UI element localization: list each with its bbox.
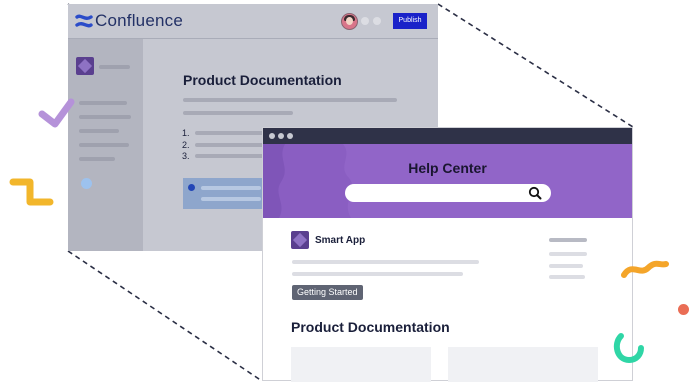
sidebar-placeholder xyxy=(79,129,119,133)
banner-wave xyxy=(263,144,353,218)
text-placeholder xyxy=(292,272,463,276)
search-icon[interactable] xyxy=(528,186,542,200)
panel-dot xyxy=(188,184,195,191)
confluence-logo-icon xyxy=(75,14,93,28)
nav-placeholder xyxy=(549,264,583,268)
green-ring-decoration xyxy=(613,333,644,364)
text-placeholder xyxy=(183,98,397,102)
nav-placeholder xyxy=(549,252,587,256)
article-card[interactable] xyxy=(448,347,598,382)
orange-wave-decoration xyxy=(621,260,669,278)
article-card[interactable] xyxy=(291,347,431,382)
help-center-title: Help Center xyxy=(408,160,487,176)
list-item-placeholder xyxy=(195,143,265,147)
sidebar-placeholder xyxy=(99,65,130,69)
publish-button[interactable]: Publish xyxy=(393,13,427,29)
help-center-banner: Help Center xyxy=(263,144,632,218)
confluence-header: Confluence Publish xyxy=(68,4,438,39)
list-number: 1. xyxy=(182,128,190,138)
app-name: Smart App xyxy=(315,235,366,246)
status-dot xyxy=(361,17,369,25)
page-title: Product Documentation xyxy=(183,72,342,88)
confluence-sidebar xyxy=(68,39,143,251)
app-icon xyxy=(291,231,309,249)
window-control-dot[interactable] xyxy=(269,133,275,139)
panel-placeholder xyxy=(201,186,261,190)
status-badge[interactable]: Getting Started xyxy=(292,285,363,300)
text-placeholder xyxy=(183,111,293,115)
search-input[interactable] xyxy=(345,184,551,202)
space-icon[interactable] xyxy=(76,57,94,75)
sidebar-placeholder xyxy=(79,115,131,119)
window-control-dot[interactable] xyxy=(287,133,293,139)
avatar-icon[interactable] xyxy=(341,13,358,30)
list-number: 2. xyxy=(182,140,190,150)
nav-placeholder xyxy=(549,275,585,279)
nav-placeholder xyxy=(549,238,587,242)
status-dot xyxy=(373,17,381,25)
help-center-window: Help Center Smart App Getting Started Pr… xyxy=(262,127,633,382)
window-control-dot[interactable] xyxy=(278,133,284,139)
orange-zigzag-decoration xyxy=(9,178,54,206)
sidebar-dot xyxy=(81,178,92,189)
list-item-placeholder xyxy=(195,131,265,135)
sidebar-placeholder xyxy=(79,101,127,105)
red-dot-decoration xyxy=(678,304,689,315)
list-number: 3. xyxy=(182,151,190,161)
text-placeholder xyxy=(292,260,479,264)
window-titlebar xyxy=(263,128,632,144)
panel-placeholder xyxy=(201,197,261,201)
sidebar-placeholder xyxy=(79,143,129,147)
list-item-placeholder xyxy=(195,154,265,158)
purple-check-decoration xyxy=(38,98,75,128)
info-panel xyxy=(183,178,268,209)
confluence-logo-text: Confluence xyxy=(95,11,184,30)
sidebar-placeholder xyxy=(79,157,115,161)
section-heading: Product Documentation xyxy=(291,319,450,335)
